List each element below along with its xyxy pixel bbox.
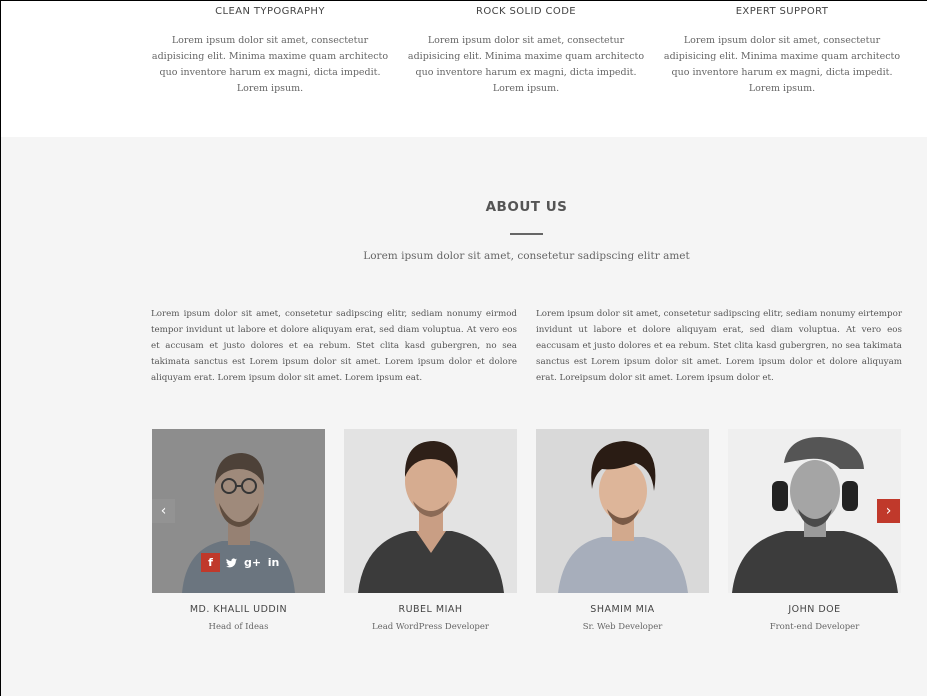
member-role: Sr. Web Developer: [582, 622, 663, 632]
feature-text: Lorem ipsum dolor sit amet, consectetur …: [663, 35, 901, 94]
feature-rock-solid-code: ROCK SOLID CODE Lorem ipsum dolor sit am…: [406, 1, 646, 97]
feature-text: Lorem ipsum dolor sit amet, consectetur …: [407, 35, 645, 94]
feature-title: CLEAN TYPOGRAPHY: [215, 6, 325, 17]
title-divider: [510, 233, 543, 235]
portrait-dark-shirt-man: [344, 429, 517, 593]
team-member-card[interactable]: JOHN DOE Front-end Developer: [728, 429, 901, 632]
member-role: Front-end Developer: [769, 622, 860, 632]
facebook-icon[interactable]: f: [201, 553, 220, 572]
team-member-card[interactable]: SHAMIM MIA Sr. Web Developer: [536, 429, 709, 632]
google-plus-icon[interactable]: g+: [243, 553, 262, 572]
twitter-icon[interactable]: [222, 553, 241, 572]
carousel-prev-button[interactable]: ‹: [152, 499, 175, 523]
team-member-photo: [536, 429, 709, 593]
feature-text: Lorem ipsum dolor sit amet, consectetur …: [151, 35, 389, 94]
team-member-card[interactable]: RUBEL MIAH Lead WordPress Developer: [344, 429, 517, 632]
twitter-glyph: [226, 557, 237, 567]
linkedin-icon[interactable]: in: [264, 553, 283, 572]
about-title: ABOUT US: [485, 199, 568, 215]
features-section: CLEAN TYPOGRAPHY Lorem ipsum dolor sit a…: [1, 1, 927, 137]
about-subtitle: Lorem ipsum dolor sit amet, consetetur s…: [363, 250, 690, 262]
team-member-photo: [344, 429, 517, 593]
feature-title: EXPERT SUPPORT: [735, 6, 829, 17]
feature-expert-support: EXPERT SUPPORT Lorem ipsum dolor sit ame…: [662, 1, 902, 97]
feature-title: ROCK SOLID CODE: [475, 6, 577, 17]
member-name: JOHN DOE: [788, 604, 841, 615]
team-member-photo: [728, 429, 901, 593]
carousel-next-button[interactable]: ›: [877, 499, 900, 523]
social-links: f g+ in: [201, 553, 285, 572]
about-text-left: Lorem ipsum dolor sit amet, consetetur s…: [151, 309, 517, 383]
member-name: MD. KHALIL UDDIN: [189, 604, 288, 615]
portrait-curly-hair-man: [536, 429, 709, 593]
about-text-right: Lorem ipsum dolor sit amet, consetetur s…: [536, 309, 902, 383]
member-role: Lead WordPress Developer: [372, 622, 489, 632]
feature-clean-typography: CLEAN TYPOGRAPHY Lorem ipsum dolor sit a…: [150, 1, 390, 97]
member-name: RUBEL MIAH: [398, 604, 463, 615]
member-role: Head of Ideas: [208, 622, 269, 632]
portrait-headphones-man: [728, 429, 901, 593]
team-member-photo: f g+ in: [152, 429, 325, 593]
team-member-card[interactable]: f g+ in MD. KHALIL UDDIN Head of Ideas: [152, 429, 325, 632]
member-name: SHAMIM MIA: [590, 604, 655, 615]
